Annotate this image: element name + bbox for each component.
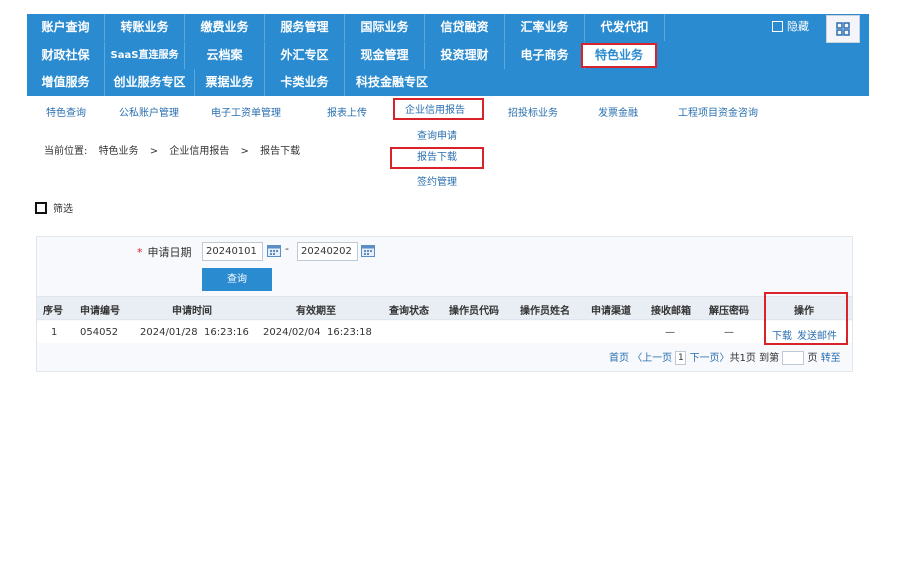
dropdown-contract-management[interactable]: 签约管理: [390, 172, 484, 194]
nav-forex-zone[interactable]: 外汇专区: [265, 42, 345, 69]
nav-cloud-archive[interactable]: 云档案: [185, 42, 265, 69]
nav-service-management[interactable]: 服务管理: [265, 14, 345, 41]
calendar-icon[interactable]: [267, 244, 281, 257]
subnav-account-management[interactable]: 公私账户管理: [119, 104, 179, 119]
pager-page-unit: 页: [807, 353, 818, 364]
nav-bills[interactable]: 票据业务: [195, 69, 265, 96]
nav-investment[interactable]: 投资理财: [425, 42, 505, 69]
subnav-credit-report[interactable]: 企业信用报告: [393, 98, 484, 120]
filter-checkbox[interactable]: [35, 202, 47, 214]
col-apply-time: 申请时间: [172, 306, 212, 317]
operation-highlight: [764, 292, 848, 345]
query-button[interactable]: 查询: [202, 268, 272, 291]
subnav-invoice-finance[interactable]: 发票金融: [598, 104, 638, 119]
pager-current-page: 1: [675, 351, 687, 365]
nav-international[interactable]: 国际业务: [345, 14, 425, 41]
nav-cash-management[interactable]: 现金管理: [345, 42, 425, 69]
pager-page-input[interactable]: [782, 351, 805, 365]
query-panel: * 申请日期 20240101 - 20240202 查询 序号 申请编号 申请时…: [36, 236, 853, 372]
pager-total: 共1页: [729, 353, 756, 364]
breadcrumb-label: 当前位置:: [44, 146, 88, 157]
pager-first[interactable]: 首页: [609, 353, 629, 364]
col-operator-code: 操作员代码: [449, 306, 499, 317]
nav-account-query[interactable]: 账户查询: [27, 14, 105, 41]
cell-expire-time: 2024/02/04 16:23:18: [263, 327, 372, 338]
subnav-special-query[interactable]: 特色查询: [46, 104, 86, 119]
breadcrumb: 当前位置: 特色业务 > 企业信用报告 > 报告下载: [44, 142, 308, 157]
nav-transfer[interactable]: 转账业务: [105, 14, 185, 41]
breadcrumb-item: 特色业务: [98, 146, 139, 157]
pager-prev[interactable]: 〈上一页: [632, 353, 672, 364]
subnav-project-funds[interactable]: 工程项目资金咨询: [678, 104, 758, 119]
cell-password: —: [724, 327, 734, 338]
grid-icon: [836, 22, 850, 36]
subnav-report-upload[interactable]: 报表上传: [327, 104, 367, 119]
col-operator-name: 操作员姓名: [520, 306, 570, 317]
nav-payment[interactable]: 缴费业务: [185, 14, 265, 41]
nav-exchange-rate[interactable]: 汇率业务: [505, 14, 585, 41]
table-row: 1 054052 2024/01/28 16:23:16 2024/02/04 …: [37, 321, 852, 343]
breadcrumb-item: 企业信用报告: [169, 146, 230, 157]
nav-tech-finance[interactable]: 科技金融专区: [345, 69, 439, 96]
apply-date-label: * 申请日期: [137, 244, 192, 260]
col-channel: 申请渠道: [591, 306, 631, 317]
subnav-bidding[interactable]: 招投标业务: [508, 104, 558, 119]
cell-index: 1: [51, 327, 58, 338]
nav-ecommerce[interactable]: 电子商务: [505, 42, 585, 69]
col-index: 序号: [43, 306, 63, 317]
nav-saas[interactable]: SaaS直连服务: [105, 42, 185, 69]
nav-row-2: 财政社保 SaaS直连服务 云档案 外汇专区 现金管理 投资理财 电子商务 特色…: [27, 42, 869, 69]
cell-email: —: [665, 327, 675, 338]
subnav-payslip[interactable]: 电子工资单管理: [211, 104, 281, 119]
calendar-icon[interactable]: [361, 244, 375, 257]
filter-label: 筛选: [53, 204, 73, 215]
end-date-input[interactable]: 20240202: [297, 242, 358, 261]
nav-row-1: 账户查询 转账业务 缴费业务 服务管理 国际业务 信贷融资 汇率业务 代发代扣 …: [27, 14, 869, 43]
nav-startup-zone[interactable]: 创业服务专区: [105, 69, 195, 96]
dropdown-report-download[interactable]: 报告下载: [390, 147, 484, 169]
nav-cards[interactable]: 卡类业务: [265, 69, 345, 96]
pagination: 首页 〈上一页 1 下一页〉共1页 到第 页 转至: [609, 349, 841, 365]
nav-special-business[interactable]: 特色业务: [581, 43, 657, 68]
collapse-icon: [772, 20, 783, 32]
col-query-status: 查询状态: [389, 306, 429, 317]
cell-apply-time: 2024/01/28 16:23:16: [140, 327, 249, 338]
breadcrumb-separator: >: [149, 146, 159, 157]
date-range-dash: -: [285, 242, 289, 255]
breadcrumb-current: 报告下载: [260, 146, 301, 157]
required-mark: *: [137, 246, 143, 259]
pager-goto-label: 到第: [759, 353, 780, 364]
pager-jump[interactable]: 转至: [821, 353, 841, 364]
col-password: 解压密码: [709, 306, 749, 317]
nav-finance-social[interactable]: 财政社保: [27, 42, 105, 69]
cell-apply-no: 054052: [80, 327, 119, 338]
nav-row-3: 增值服务 创业服务专区 票据业务 卡类业务 科技金融专区: [27, 69, 869, 96]
date-label-text: 申请日期: [147, 246, 192, 259]
filter-toggle[interactable]: 筛选: [35, 200, 73, 215]
dropdown-query-application[interactable]: 查询申请: [390, 126, 484, 148]
nav-value-added[interactable]: 增值服务: [27, 69, 105, 96]
sub-navigation: 特色查询 公私账户管理 电子工资单管理 报表上传 企业信用报告 招投标业务 发票…: [27, 96, 869, 124]
grid-menu-button[interactable]: [826, 15, 860, 43]
pager-next[interactable]: 下一页〉: [690, 353, 730, 364]
top-navigation: 账户查询 转账业务 缴费业务 服务管理 国际业务 信贷融资 汇率业务 代发代扣 …: [27, 14, 869, 96]
breadcrumb-separator: >: [240, 146, 249, 157]
nav-credit-financing[interactable]: 信贷融资: [425, 14, 505, 41]
col-apply-no: 申请编号: [80, 306, 120, 317]
table-header: 序号 申请编号 申请时间 有效期至 查询状态 操作员代码 操作员姓名 申请渠道 …: [37, 296, 852, 320]
start-date-input[interactable]: 20240101: [202, 242, 263, 261]
col-expire-time: 有效期至: [296, 306, 336, 317]
nav-agency-payment[interactable]: 代发代扣: [585, 14, 665, 41]
col-email: 接收邮箱: [651, 306, 691, 317]
hide-label: 隐藏: [787, 20, 809, 33]
hide-button[interactable]: 隐藏: [772, 18, 809, 36]
